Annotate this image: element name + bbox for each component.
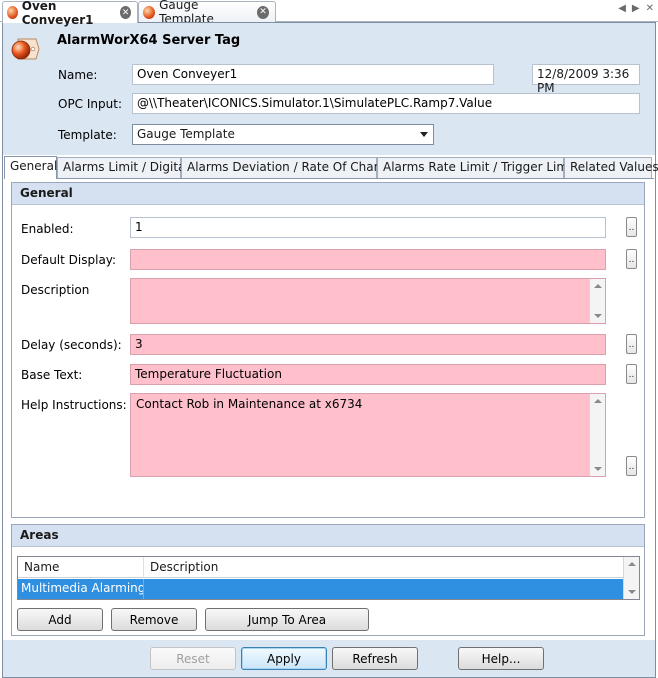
- tag-icon: [7, 6, 18, 19]
- delay-browse-button[interactable]: ..: [626, 334, 637, 354]
- areas-grid-header: Name Description: [18, 557, 623, 578]
- default-display-field[interactable]: [130, 249, 606, 270]
- add-area-button[interactable]: Add: [17, 608, 103, 631]
- doc-tab-label: Oven Conveyer1: [21, 0, 94, 27]
- area-description-cell: [144, 579, 623, 599]
- description-label: Description: [21, 283, 90, 297]
- tab-divider: [4, 178, 654, 179]
- scroll-down-icon[interactable]: [594, 314, 602, 318]
- help-instructions-label: Help Instructions:: [21, 398, 127, 412]
- scroll-left-icon[interactable]: ◀: [618, 3, 626, 14]
- areas-grid: Name Description Multimedia Alarming\: [17, 556, 640, 600]
- name-label: Name:: [58, 68, 98, 82]
- base-text-browse-button[interactable]: ..: [626, 364, 637, 384]
- description-field[interactable]: [130, 278, 606, 324]
- scroll-up-icon[interactable]: [594, 399, 602, 403]
- template-select[interactable]: Gauge Template: [132, 124, 434, 145]
- scroll-right-icon[interactable]: ▶: [632, 3, 640, 14]
- opc-input-field[interactable]: @\\Theater\ICONICS.Simulator.1\SimulateP…: [132, 93, 640, 114]
- server-tag-icon: [11, 38, 40, 60]
- description-scrollbar[interactable]: [589, 279, 605, 323]
- document-tab-strip: Oven Conveyer1 ✕ Gauge Template ✕ ◀ ▶ ✕: [0, 0, 658, 27]
- property-tabs: General Alarms Limit / Digital Alarms De…: [4, 156, 658, 179]
- areas-section-title: Areas: [12, 525, 644, 547]
- tab-alarms-deviation[interactable]: Alarms Deviation / Rate Of Change: [181, 157, 396, 178]
- scroll-down-icon[interactable]: [628, 590, 636, 594]
- close-icon[interactable]: ✕: [120, 6, 131, 19]
- tag-icon: [143, 5, 156, 19]
- help-instructions-scrollbar[interactable]: [589, 394, 605, 476]
- help-instructions-text: Contact Rob in Maintenance at x6734: [136, 397, 363, 411]
- delay-label: Delay (seconds):: [21, 338, 122, 352]
- tab-general[interactable]: General: [4, 156, 57, 179]
- tab-alarms-limit-digital[interactable]: Alarms Limit / Digital: [57, 157, 189, 178]
- help-instructions-browse-button[interactable]: ..: [626, 456, 637, 476]
- close-icon[interactable]: ✕: [646, 3, 654, 14]
- table-row[interactable]: Multimedia Alarming\: [18, 579, 623, 599]
- template-value: Gauge Template: [137, 127, 235, 141]
- enabled-label: Enabled:: [21, 222, 74, 236]
- delay-field[interactable]: 3: [130, 334, 606, 355]
- timestamp: 12/8/2009 3:36 PM: [532, 64, 640, 95]
- opc-input-label: OPC Input:: [58, 97, 122, 111]
- refresh-button[interactable]: Refresh: [332, 647, 418, 670]
- help-button[interactable]: Help...: [458, 647, 544, 670]
- scroll-up-icon[interactable]: [628, 562, 636, 566]
- column-header-description[interactable]: Description: [144, 557, 623, 578]
- template-label: Template:: [58, 128, 117, 142]
- column-header-name[interactable]: Name: [18, 557, 144, 578]
- close-icon[interactable]: ✕: [256, 5, 270, 19]
- reset-button[interactable]: Reset: [150, 647, 236, 670]
- tab-alarms-rate-limit[interactable]: Alarms Rate Limit / Trigger Limit: [377, 157, 576, 178]
- remove-area-button[interactable]: Remove: [111, 608, 197, 631]
- doc-tab-gauge-template[interactable]: Gauge Template ✕: [138, 0, 276, 26]
- doc-tab-oven-conveyer1[interactable]: Oven Conveyer1 ✕: [2, 0, 138, 27]
- enabled-field[interactable]: 1: [130, 217, 606, 238]
- default-display-browse-button[interactable]: ..: [626, 249, 637, 269]
- base-text-field[interactable]: Temperature Fluctuation: [130, 364, 606, 385]
- footer-bar: [3, 640, 655, 677]
- scroll-up-icon[interactable]: [594, 284, 602, 288]
- default-display-label: Default Display:: [21, 253, 117, 267]
- tab-related-values[interactable]: Related Values: [564, 157, 658, 178]
- help-instructions-field[interactable]: Contact Rob in Maintenance at x6734: [130, 393, 606, 477]
- page-title: AlarmWorX64 Server Tag: [57, 33, 241, 48]
- scroll-down-icon[interactable]: [594, 467, 602, 471]
- general-section-title: General: [12, 183, 644, 205]
- chevron-down-icon: [420, 132, 428, 137]
- apply-button[interactable]: Apply: [241, 647, 327, 670]
- jump-to-area-button[interactable]: Jump To Area: [205, 608, 369, 631]
- area-name-cell: Multimedia Alarming\: [18, 579, 144, 599]
- areas-scrollbar[interactable]: [623, 557, 639, 599]
- base-text-label: Base Text:: [21, 368, 83, 382]
- enabled-browse-button[interactable]: ..: [626, 217, 637, 237]
- tab-navigation: ◀ ▶ ✕: [618, 3, 654, 14]
- name-field[interactable]: Oven Conveyer1: [132, 64, 494, 85]
